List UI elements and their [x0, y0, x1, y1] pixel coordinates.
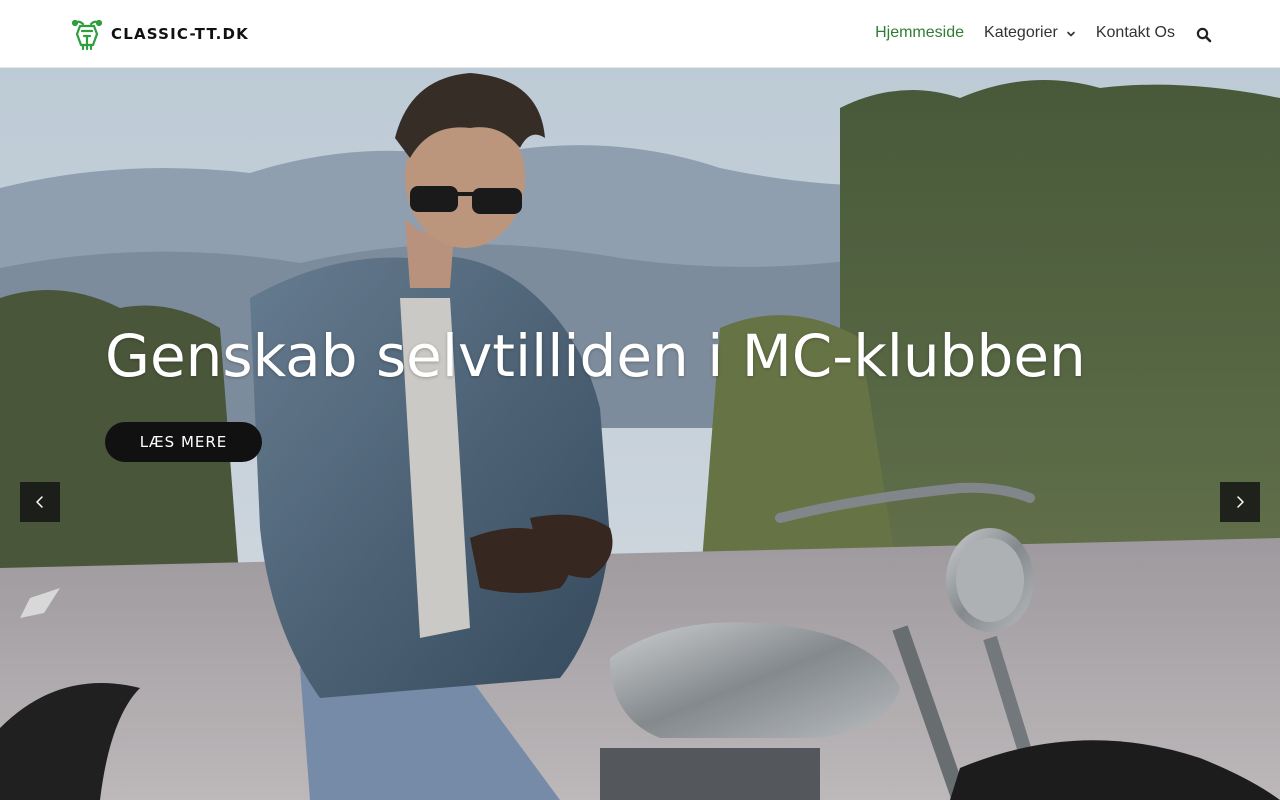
nav-item-hjemmeside[interactable]: Hjemmeside: [875, 0, 964, 68]
slider-prev-button[interactable]: [20, 482, 60, 522]
motorcycle-head-icon: [71, 19, 103, 51]
chevron-right-icon: [1237, 496, 1244, 508]
main-nav: Hjemmeside Kategorier Kontakt Os: [855, 0, 1212, 68]
hero-title: Genskab selvtilliden i MC-klubben: [105, 322, 1086, 390]
chevron-down-icon: [1067, 31, 1075, 37]
nav-item-kontakt-os[interactable]: Kontakt Os: [1096, 0, 1175, 68]
search-icon[interactable]: [1196, 27, 1212, 43]
nav-item-kategorier[interactable]: Kategorier: [984, 0, 1076, 68]
read-more-button[interactable]: LÆS MERE: [105, 422, 262, 462]
chevron-left-icon: [36, 496, 43, 508]
site-logo[interactable]: CLASSIC-TT.DK: [69, 16, 249, 52]
site-header: CLASSIC-TT.DK Hjemmeside Kategorier Kont…: [0, 0, 1280, 68]
slider-next-button[interactable]: [1220, 482, 1260, 522]
hero-slider: Genskab selvtilliden i MC-klubben LÆS ME…: [0, 68, 1280, 800]
nav-item-label: Kategorier: [984, 24, 1058, 41]
logo-text: CLASSIC-TT.DK: [111, 24, 249, 43]
